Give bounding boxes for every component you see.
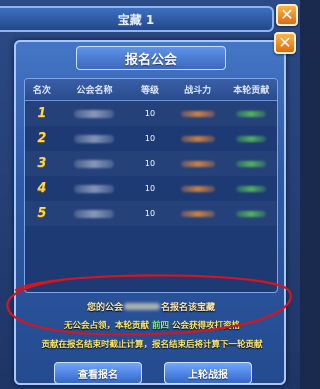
contribution-redacted bbox=[225, 185, 277, 192]
background-window-title: 宝藏 1 bbox=[0, 6, 274, 32]
notice-deadline: 贡献在报名结束时截止计算，报名结束后将计算下一轮贡献 bbox=[41, 340, 263, 350]
notice-qualification: 无公会占领，本轮贡献 前四 公会获得攻打资格 bbox=[20, 319, 284, 331]
table-row[interactable]: 2 10 bbox=[25, 126, 277, 151]
status-prefix: 您的公会 bbox=[86, 302, 123, 313]
column-combat-power: 战斗力 bbox=[184, 86, 212, 96]
combat-power-redacted bbox=[170, 210, 226, 217]
column-contribution: 本轮贡献 bbox=[233, 86, 270, 96]
guild-level: 10 bbox=[144, 209, 156, 218]
combat-power-redacted bbox=[170, 160, 226, 167]
contribution-redacted bbox=[225, 160, 277, 167]
dialog-title: 报名公会 bbox=[76, 46, 226, 70]
rank-number: 2 bbox=[37, 131, 47, 146]
guild-level: 10 bbox=[144, 184, 156, 193]
table-row[interactable]: 5 10 bbox=[25, 201, 277, 226]
table-header: 名次 公会名称 等级 战斗力 本轮贡献 bbox=[25, 79, 277, 101]
guild-name-redacted bbox=[59, 184, 130, 193]
rank-number: 5 bbox=[37, 206, 47, 221]
guild-rank-status: 您的公会 名报名该宝藏 bbox=[24, 298, 278, 314]
status-suffix: 名报名该宝藏 bbox=[161, 302, 216, 313]
close-icon: ✕ bbox=[278, 33, 292, 52]
background-close-button[interactable]: ✕ bbox=[276, 4, 298, 26]
last-battle-report-button[interactable]: 上轮战报 bbox=[164, 362, 252, 384]
table-row[interactable]: 1 10 bbox=[25, 101, 277, 126]
combat-power-redacted bbox=[170, 185, 226, 192]
guild-level: 10 bbox=[144, 134, 156, 143]
table-row[interactable]: 4 10 bbox=[25, 176, 277, 201]
view-registration-button[interactable]: 查看报名 bbox=[54, 362, 142, 384]
contribution-redacted bbox=[225, 135, 277, 142]
close-icon: ✕ bbox=[280, 5, 294, 24]
column-level: 等级 bbox=[141, 86, 160, 96]
notice-text: 公会获得攻打资格 bbox=[171, 321, 240, 331]
rank-number: 3 bbox=[37, 156, 47, 171]
column-rank: 名次 bbox=[32, 86, 51, 96]
rank-value-redacted bbox=[124, 302, 160, 310]
combat-power-redacted bbox=[170, 135, 226, 142]
guild-name-redacted bbox=[59, 159, 130, 168]
table-row[interactable]: 3 10 bbox=[25, 151, 277, 176]
guild-ranking-table: 名次 公会名称 等级 战斗力 本轮贡献 1 10 2 10 3 10 4 10 … bbox=[24, 78, 278, 293]
contribution-redacted bbox=[225, 210, 277, 217]
guild-level: 10 bbox=[144, 109, 156, 118]
notice-highlight: 前四 bbox=[151, 321, 169, 331]
dialog-close-button[interactable]: ✕ bbox=[274, 32, 296, 54]
guild-name-redacted bbox=[59, 109, 130, 118]
guild-registration-dialog: 报名公会 名次 公会名称 等级 战斗力 本轮贡献 1 10 2 10 3 10 … bbox=[14, 40, 286, 385]
column-guild-name: 公会名称 bbox=[76, 86, 113, 96]
contribution-redacted bbox=[225, 110, 277, 117]
notice-text: 无公会占领，本轮贡献 bbox=[64, 321, 150, 331]
guild-name-redacted bbox=[59, 134, 130, 143]
guild-name-redacted bbox=[59, 209, 130, 218]
table-body: 1 10 2 10 3 10 4 10 5 10 bbox=[25, 101, 277, 226]
rank-number: 4 bbox=[37, 181, 47, 196]
rank-number: 1 bbox=[37, 106, 47, 121]
combat-power-redacted bbox=[170, 110, 226, 117]
guild-level: 10 bbox=[144, 159, 156, 168]
